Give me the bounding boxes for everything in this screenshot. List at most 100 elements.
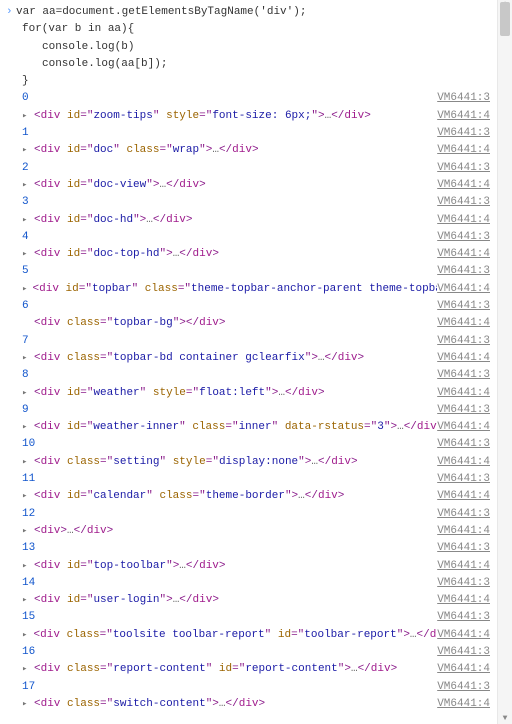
log-index-row: 1VM6441:3	[6, 125, 494, 142]
element-preview[interactable]: <div class="report-content" id="report-c…	[34, 661, 397, 678]
log-index-row: 10 VM6441:3	[6, 436, 494, 453]
log-index: 14	[6, 575, 35, 592]
source-link[interactable]: VM6441:4	[437, 419, 494, 436]
source-link[interactable]: VM6441:3	[437, 90, 494, 107]
element-preview[interactable]: <div id="weather" style="float:left">…</…	[34, 385, 325, 402]
source-link[interactable]: VM6441:3	[437, 194, 494, 211]
log-index-row: 14 VM6441:3	[6, 575, 494, 592]
source-link[interactable]: VM6441:3	[437, 575, 494, 592]
log-index: 7	[6, 333, 29, 350]
source-link[interactable]: VM6441:4	[437, 488, 494, 505]
log-index-row: 4VM6441:3	[6, 229, 494, 246]
element-preview[interactable]: <div id="calendar" class="theme-border">…	[34, 488, 344, 505]
expand-toggle-icon[interactable]: ▸	[6, 627, 34, 644]
prompt-caret-icon: ›	[6, 4, 16, 21]
expand-toggle-icon[interactable]: ▸	[6, 696, 34, 713]
element-preview[interactable]: <div class="toolsite toolbar-report" id=…	[34, 627, 438, 644]
source-link[interactable]: VM6441:4	[437, 212, 494, 229]
element-preview[interactable]: <div id="doc" class="wrap">…</div>	[34, 142, 259, 159]
expand-toggle-icon[interactable]: ▸	[6, 108, 34, 125]
scrollbar-thumb[interactable]	[500, 2, 510, 36]
log-element-row: ▸<div id="weather-inner" class="inner" d…	[6, 419, 494, 436]
source-link[interactable]: VM6441:3	[437, 540, 494, 557]
log-index-row: 2VM6441:3	[6, 160, 494, 177]
expand-toggle-icon[interactable]: ▸	[6, 592, 34, 609]
source-link[interactable]: VM6441:4	[437, 142, 494, 159]
expand-toggle-icon[interactable]: ▸	[6, 523, 34, 540]
log-index-row: 13 VM6441:3	[6, 540, 494, 557]
element-preview[interactable]: <div id="user-login">…</div>	[34, 592, 219, 609]
source-link[interactable]: VM6441:3	[437, 367, 494, 384]
element-preview[interactable]: <div id="doc-hd">…</div>	[34, 212, 193, 229]
scroll-down-arrow[interactable]: ▼	[500, 714, 510, 724]
source-link[interactable]: VM6441:3	[437, 436, 494, 453]
log-index-row: 9VM6441:3	[6, 402, 494, 419]
log-index: 15	[6, 609, 35, 626]
source-link[interactable]: VM6441:4	[437, 385, 494, 402]
element-preview[interactable]: <div id="top-toolbar">…</div>	[34, 558, 226, 575]
source-link[interactable]: VM6441:4	[437, 627, 494, 644]
log-element-row: ▸<div id="calendar" class="theme-border"…	[6, 488, 494, 505]
element-preview[interactable]: <div id="topbar" class="theme-topbar-anc…	[33, 281, 438, 298]
source-link[interactable]: VM6441:3	[437, 125, 494, 142]
source-link[interactable]: VM6441:3	[437, 471, 494, 488]
source-link[interactable]: VM6441:4	[437, 592, 494, 609]
expand-toggle-icon[interactable]: ▸	[6, 281, 33, 298]
source-link[interactable]: VM6441:4	[437, 661, 494, 678]
source-link[interactable]: VM6441:4	[437, 246, 494, 263]
expand-toggle-icon[interactable]: ▸	[6, 558, 34, 575]
expand-toggle-icon[interactable]: ▸	[6, 385, 34, 402]
element-preview[interactable]: <div id="doc-view">…</div>	[34, 177, 206, 194]
source-link[interactable]: VM6441:3	[437, 609, 494, 626]
expand-toggle-icon[interactable]: ▸	[6, 454, 34, 471]
log-index: 6	[6, 298, 29, 315]
code-text: }	[22, 75, 29, 87]
source-link[interactable]: VM6441:4	[437, 696, 494, 713]
expand-toggle-icon[interactable]: ▸	[6, 350, 34, 367]
scrollbar-track[interactable]: ▲ ▼	[497, 0, 512, 724]
element-preview[interactable]: <div class="topbar-bd container gclearfi…	[34, 350, 364, 367]
expand-toggle-icon[interactable]: ▸	[6, 177, 34, 194]
element-preview[interactable]: <div class="topbar-bg"></div>	[6, 315, 226, 332]
source-link[interactable]: VM6441:4	[437, 177, 494, 194]
source-link[interactable]: VM6441:4	[437, 558, 494, 575]
log-index: 13	[6, 540, 35, 557]
source-link[interactable]: VM6441:3	[437, 160, 494, 177]
source-link[interactable]: VM6441:3	[437, 263, 494, 280]
element-preview[interactable]: <div id="zoom-tips" style="font-size: 6p…	[34, 108, 371, 125]
expand-toggle-icon[interactable]: ▸	[6, 212, 34, 229]
expand-toggle-icon[interactable]: ▸	[6, 419, 34, 436]
source-link[interactable]: VM6441:4	[437, 315, 494, 332]
source-link[interactable]: VM6441:4	[437, 281, 494, 298]
element-preview[interactable]: <div>…</div>	[34, 523, 113, 540]
code-text: var aa=document.getElementsByTagName('di…	[16, 6, 306, 18]
log-index-row: 0VM6441:3	[6, 90, 494, 107]
log-index: 5	[6, 263, 29, 280]
source-link[interactable]: VM6441:3	[437, 402, 494, 419]
source-link[interactable]: VM6441:3	[437, 679, 494, 696]
expand-toggle-icon[interactable]: ▸	[6, 661, 34, 678]
source-link[interactable]: VM6441:4	[437, 454, 494, 471]
source-link[interactable]: VM6441:3	[437, 298, 494, 315]
expand-toggle-icon[interactable]: ▸	[6, 246, 34, 263]
console-input-line: console.log(b)	[6, 39, 494, 56]
expand-toggle-icon[interactable]: ▸	[6, 488, 34, 505]
source-link[interactable]: VM6441:3	[437, 229, 494, 246]
element-preview[interactable]: <div id="weather-inner" class="inner" da…	[34, 419, 437, 436]
element-preview[interactable]: <div class="setting" style="display:none…	[34, 454, 358, 471]
source-link[interactable]: VM6441:4	[437, 350, 494, 367]
element-preview[interactable]: <div class="switch-content">…</div>	[34, 696, 265, 713]
expand-toggle-icon[interactable]: ▸	[6, 142, 34, 159]
source-link[interactable]: VM6441:4	[437, 523, 494, 540]
source-link[interactable]: VM6441:3	[437, 644, 494, 661]
element-preview[interactable]: <div id="doc-top-hd">…</div>	[34, 246, 219, 263]
log-element-row: ▸<div class="toolsite toolbar-report" id…	[6, 627, 494, 644]
log-index: 10	[6, 436, 35, 453]
source-link[interactable]: VM6441:4	[437, 108, 494, 125]
source-link[interactable]: VM6441:3	[437, 333, 494, 350]
log-index-row: 15 VM6441:3	[6, 609, 494, 626]
log-element-row: ▸<div id="top-toolbar">…</div> VM6441:4	[6, 558, 494, 575]
log-index-row: 6 VM6441:3	[6, 298, 494, 315]
source-link[interactable]: VM6441:3	[437, 506, 494, 523]
log-index-row: 12VM6441:3	[6, 506, 494, 523]
